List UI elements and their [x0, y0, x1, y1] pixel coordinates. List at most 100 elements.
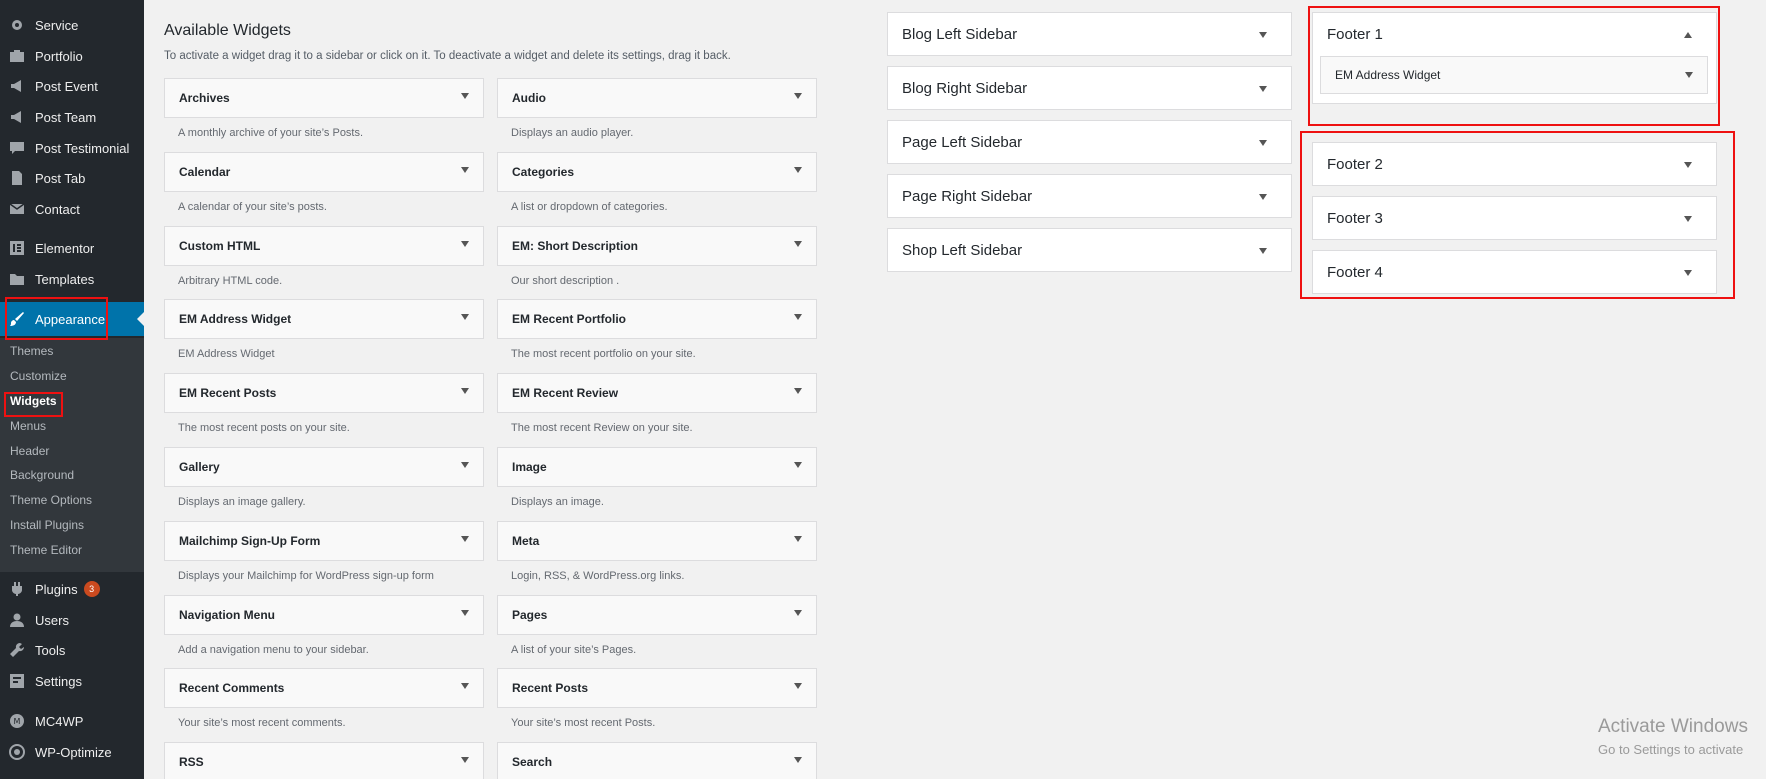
chevron-down-icon[interactable]: [461, 610, 469, 616]
widget-item[interactable]: Navigation Menu: [164, 595, 484, 635]
widget-description: The most recent posts on your site.: [178, 422, 350, 434]
area-title: Footer 4: [1327, 263, 1383, 281]
chevron-down-icon[interactable]: [794, 93, 802, 99]
area-blog-right-sidebar[interactable]: Blog Right Sidebar: [887, 66, 1292, 110]
widget-item[interactable]: Image: [497, 447, 817, 487]
widget-item[interactable]: EM Recent Portfolio: [497, 299, 817, 339]
widget-item[interactable]: EM Address Widget: [164, 299, 484, 339]
nav-settings[interactable]: Settings: [0, 666, 144, 696]
chevron-down-icon[interactable]: [461, 93, 469, 99]
chevron-down-icon[interactable]: [1259, 32, 1267, 38]
submenu-install-plugins[interactable]: Install Plugins: [10, 515, 84, 535]
chevron-down-icon[interactable]: [794, 314, 802, 320]
footer-1-widget-em-address[interactable]: EM Address Widget: [1320, 56, 1708, 94]
area-page-right-sidebar[interactable]: Page Right Sidebar: [887, 174, 1292, 218]
chevron-down-icon[interactable]: [794, 536, 802, 542]
widget-item[interactable]: EM: Short Description: [497, 226, 817, 266]
chevron-down-icon[interactable]: [461, 314, 469, 320]
chevron-down-icon[interactable]: [794, 610, 802, 616]
area-title: Shop Left Sidebar: [902, 241, 1023, 259]
area-footer-4[interactable]: Footer 4: [1312, 250, 1717, 294]
chevron-down-icon[interactable]: [1684, 270, 1692, 276]
nav-wp-optimize[interactable]: WP-Optimize: [0, 737, 144, 767]
nav-label: Elementor: [35, 240, 95, 256]
submenu-menus[interactable]: Menus: [10, 416, 46, 436]
widget-item[interactable]: Mailchimp Sign-Up Form: [164, 521, 484, 561]
chevron-down-icon[interactable]: [461, 757, 469, 763]
submenu-header[interactable]: Header: [10, 441, 49, 461]
widget-item[interactable]: Recent Comments: [164, 668, 484, 708]
submenu-background[interactable]: Background: [10, 465, 74, 485]
chevron-down-icon[interactable]: [794, 757, 802, 763]
chevron-down-icon[interactable]: [794, 462, 802, 468]
widget-item[interactable]: RSS: [164, 742, 484, 779]
chevron-down-icon[interactable]: [794, 241, 802, 247]
nav-post-testimonial[interactable]: Post Testimonial: [0, 133, 144, 163]
chevron-down-icon[interactable]: [461, 536, 469, 542]
nav-plugins[interactable]: Plugins 3: [0, 574, 144, 604]
widget-item[interactable]: Archives: [164, 78, 484, 118]
chevron-down-icon[interactable]: [461, 462, 469, 468]
widget-item[interactable]: Gallery: [164, 447, 484, 487]
area-footer-3[interactable]: Footer 3: [1312, 196, 1717, 240]
nav-tools[interactable]: Tools: [0, 635, 144, 665]
nav-service[interactable]: Service: [0, 10, 144, 40]
optimize-icon: [7, 742, 27, 762]
chevron-down-icon[interactable]: [461, 388, 469, 394]
widget-item[interactable]: Meta: [497, 521, 817, 561]
widget-description: A list of your site’s Pages.: [511, 644, 637, 656]
brush-icon: [7, 309, 27, 329]
widget-item[interactable]: Calendar: [164, 152, 484, 192]
chevron-down-icon[interactable]: [461, 683, 469, 689]
chevron-down-icon[interactable]: [461, 241, 469, 247]
chevron-down-icon[interactable]: [1259, 140, 1267, 146]
nav-users[interactable]: Users: [0, 605, 144, 635]
submenu-themes[interactable]: Themes: [10, 341, 53, 361]
widget-item[interactable]: EM Recent Posts: [164, 373, 484, 413]
chevron-down-icon[interactable]: [1259, 194, 1267, 200]
widget-item[interactable]: Custom HTML: [164, 226, 484, 266]
area-shop-left-sidebar[interactable]: Shop Left Sidebar: [887, 228, 1292, 272]
widget-item[interactable]: Categories: [497, 152, 817, 192]
area-title: Footer 2: [1327, 155, 1383, 173]
widget-title: Archives: [179, 91, 230, 105]
nav-portfolio[interactable]: Portfolio: [0, 41, 144, 71]
submenu-widgets[interactable]: Widgets: [10, 391, 57, 411]
nav-post-tab[interactable]: Post Tab: [0, 163, 144, 193]
chevron-down-icon[interactable]: [794, 683, 802, 689]
widget-item[interactable]: Audio: [497, 78, 817, 118]
widget-item[interactable]: Recent Posts: [497, 668, 817, 708]
widget-title: Categories: [512, 165, 575, 179]
chevron-down-icon[interactable]: [1259, 86, 1267, 92]
widget-item[interactable]: Pages: [497, 595, 817, 635]
widget-item[interactable]: EM Recent Review: [497, 373, 817, 413]
widget-item[interactable]: Search: [497, 742, 817, 779]
nav-appearance[interactable]: Appearance: [0, 302, 144, 336]
chevron-down-icon[interactable]: [1259, 248, 1267, 254]
area-blog-left-sidebar[interactable]: Blog Left Sidebar: [887, 12, 1292, 56]
nav-label: WP-Optimize: [35, 744, 112, 760]
active-arrow: [137, 312, 144, 326]
widget-title: EM Recent Review: [512, 386, 619, 400]
chevron-down-icon[interactable]: [461, 167, 469, 173]
chevron-down-icon[interactable]: [794, 167, 802, 173]
chevron-down-icon[interactable]: [1685, 72, 1693, 78]
area-footer-2[interactable]: Footer 2: [1312, 142, 1717, 186]
area-page-left-sidebar[interactable]: Page Left Sidebar: [887, 120, 1292, 164]
nav-templates[interactable]: Templates: [0, 264, 144, 294]
nav-post-team[interactable]: Post Team: [0, 102, 144, 132]
plugins-update-badge: 3: [83, 581, 100, 597]
submenu-theme-options[interactable]: Theme Options: [10, 490, 92, 510]
chevron-down-icon[interactable]: [794, 388, 802, 394]
submenu-customize[interactable]: Customize: [10, 366, 67, 386]
elementor-icon: [7, 238, 27, 258]
chevron-up-icon[interactable]: [1684, 32, 1692, 38]
nav-post-event[interactable]: Post Event: [0, 71, 144, 101]
nav-mc4wp[interactable]: M MC4WP: [0, 706, 144, 736]
submenu-theme-editor[interactable]: Theme Editor: [10, 540, 82, 560]
chevron-down-icon[interactable]: [1684, 162, 1692, 168]
nav-elementor[interactable]: Elementor: [0, 233, 144, 263]
widget-title: EM Recent Portfolio: [512, 312, 627, 326]
nav-contact[interactable]: Contact: [0, 194, 144, 224]
chevron-down-icon[interactable]: [1684, 216, 1692, 222]
